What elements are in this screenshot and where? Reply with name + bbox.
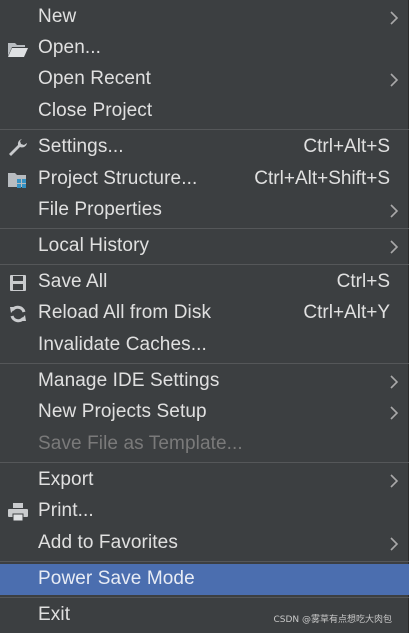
- menu-item-power-save-mode-label: Power Save Mode: [38, 568, 195, 589]
- menu-item-manage-ide-settings[interactable]: Manage IDE Settings: [0, 366, 409, 397]
- refresh-icon: [6, 303, 30, 325]
- floppy-disk-icon: [6, 272, 30, 294]
- submenu-arrow-icon: [390, 406, 399, 420]
- menu-item-file-properties[interactable]: File Properties: [0, 195, 409, 226]
- menu-item-open-recent-label: Open Recent: [38, 68, 152, 89]
- menu-item-project-structure-label: Project Structure...: [38, 168, 198, 189]
- menu-item-open[interactable]: Open...: [0, 33, 409, 64]
- submenu-arrow-icon: [390, 375, 399, 389]
- menu-item-print[interactable]: Print...: [0, 496, 409, 527]
- menu-item-settings-shortcut: Ctrl+Alt+S: [303, 136, 390, 157]
- menu-item-manage-ide-settings-label: Manage IDE Settings: [38, 370, 220, 391]
- menu-item-save-all-label: Save All: [38, 271, 108, 292]
- menu-separator: [0, 363, 409, 364]
- menu-separator: [0, 462, 409, 463]
- project-structure-icon: [6, 169, 30, 191]
- menu-item-local-history[interactable]: Local History: [0, 231, 409, 262]
- submenu-arrow-icon: [390, 537, 399, 551]
- menu-item-settings[interactable]: Settings... Ctrl+Alt+S: [0, 132, 409, 163]
- menu-item-new-projects-setup-label: New Projects Setup: [38, 401, 207, 422]
- menu-item-export[interactable]: Export: [0, 465, 409, 496]
- menu-item-open-label: Open...: [38, 37, 102, 58]
- menu-item-close-project-label: Close Project: [38, 100, 153, 121]
- menu-item-invalidate-caches-label: Invalidate Caches...: [38, 334, 207, 355]
- menu-item-add-to-favorites-label: Add to Favorites: [38, 532, 178, 553]
- menu-item-print-label: Print...: [38, 500, 94, 521]
- menu-separator: [0, 561, 409, 562]
- printer-icon: [6, 501, 30, 523]
- menu-item-save-file-as-template: Save File as Template...: [0, 429, 409, 460]
- submenu-arrow-icon: [390, 474, 399, 488]
- menu-item-exit-label: Exit: [38, 604, 71, 625]
- menu-item-new[interactable]: New: [0, 2, 409, 33]
- menu-item-add-to-favorites[interactable]: Add to Favorites: [0, 528, 409, 559]
- menu-item-new-projects-setup[interactable]: New Projects Setup: [0, 397, 409, 428]
- menu-item-settings-label: Settings...: [38, 136, 124, 157]
- submenu-arrow-icon: [390, 204, 399, 218]
- menu-item-file-properties-label: File Properties: [38, 199, 162, 220]
- submenu-arrow-icon: [390, 240, 399, 254]
- menu-separator: [0, 228, 409, 229]
- menu-item-project-structure[interactable]: Project Structure... Ctrl+Alt+Shift+S: [0, 164, 409, 195]
- menu-item-open-recent[interactable]: Open Recent: [0, 64, 409, 95]
- submenu-arrow-icon: [390, 11, 399, 25]
- menu-item-power-save-mode[interactable]: Power Save Mode: [0, 564, 409, 595]
- menu-item-save-all-shortcut: Ctrl+S: [336, 271, 390, 292]
- menu-separator: [0, 597, 409, 598]
- menu-item-local-history-label: Local History: [38, 235, 150, 256]
- menu-item-new-label: New: [38, 6, 77, 27]
- submenu-arrow-icon: [390, 73, 399, 87]
- menu-item-save-file-as-template-label: Save File as Template...: [38, 433, 243, 454]
- menu-item-project-structure-shortcut: Ctrl+Alt+Shift+S: [254, 168, 390, 189]
- menu-separator: [0, 129, 409, 130]
- watermark-text: CSDN @雾草有点想吃大肉包: [273, 615, 392, 625]
- menu-item-reload-all-label: Reload All from Disk: [38, 302, 212, 323]
- file-menu-popup: New Open... Open Recent Close Project Se…: [0, 0, 409, 633]
- menu-item-close-project[interactable]: Close Project: [0, 96, 409, 127]
- menu-item-save-all[interactable]: Save All Ctrl+S: [0, 267, 409, 298]
- menu-separator: [0, 264, 409, 265]
- menu-item-reload-all[interactable]: Reload All from Disk Ctrl+Alt+Y: [0, 298, 409, 329]
- menu-item-reload-all-shortcut: Ctrl+Alt+Y: [303, 302, 390, 323]
- wrench-icon: [6, 137, 30, 159]
- menu-item-invalidate-caches[interactable]: Invalidate Caches...: [0, 330, 409, 361]
- menu-item-export-label: Export: [38, 469, 94, 490]
- folder-open-icon: [6, 38, 30, 60]
